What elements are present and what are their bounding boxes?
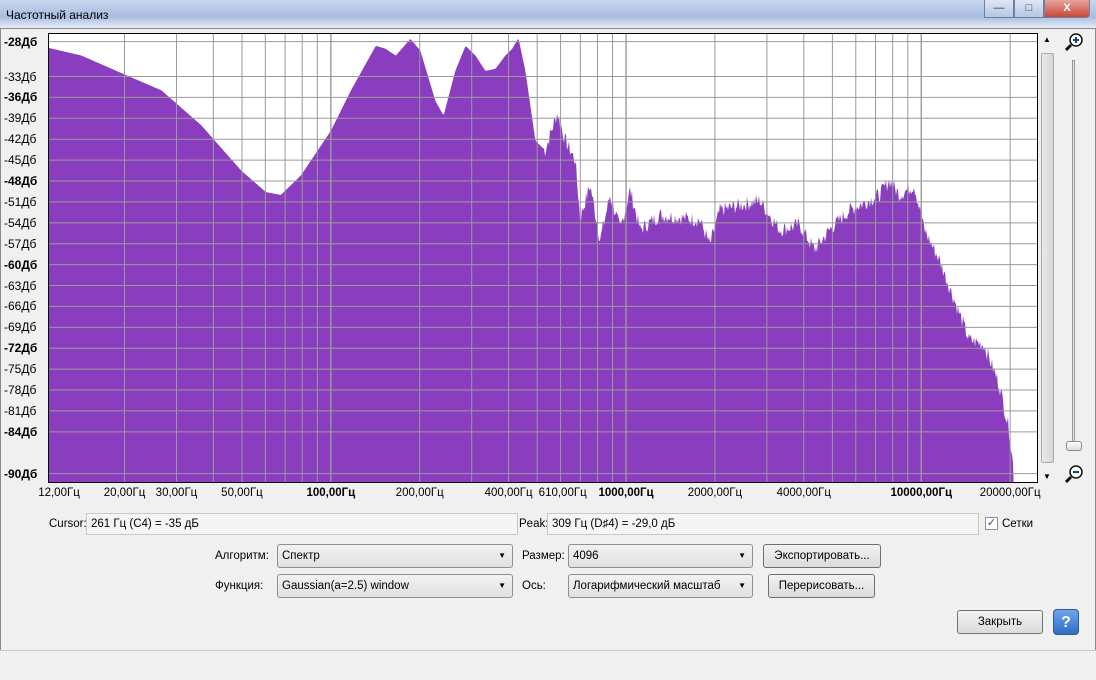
- size-label: Размер:: [522, 550, 565, 562]
- y-tick-label: -60Дб: [4, 257, 38, 272]
- y-tick-label: -66Дб: [4, 299, 37, 314]
- x-tick-label: 2000,00Гц: [687, 487, 743, 499]
- x-tick-label: 20,00Гц: [103, 487, 146, 499]
- title-bar: Частотный анализ — □ X: [0, 0, 1096, 28]
- size-value: 4096: [573, 550, 599, 562]
- x-tick-label: 30,00Гц: [155, 487, 198, 499]
- y-tick-label: -75Дб: [4, 362, 37, 377]
- x-tick-label: 610,00Гц: [538, 487, 587, 499]
- algorithm-label: Алгоритм:: [215, 550, 269, 562]
- status-bar: [0, 650, 1096, 680]
- y-tick-label: -54Дб: [4, 215, 37, 230]
- function-label: Функция:: [215, 580, 264, 592]
- spectrum-area: [49, 38, 1037, 482]
- minimize-button[interactable]: —: [984, 0, 1014, 18]
- y-tick-label: -72Дб: [4, 341, 38, 356]
- grids-checkbox[interactable]: ✓: [985, 517, 998, 530]
- y-tick-label: -63Дб: [4, 278, 37, 293]
- function-select[interactable]: Gaussian(a=2.5) window ▼: [277, 574, 513, 598]
- zoom-slider-thumb[interactable]: [1066, 441, 1082, 451]
- maximize-button[interactable]: □: [1014, 0, 1044, 18]
- y-tick-label: -81Дб: [4, 403, 37, 418]
- cursor-label: Cursor:: [49, 518, 87, 530]
- scrollbar-thumb[interactable]: [1041, 53, 1054, 463]
- y-tick-label: -69Дб: [4, 320, 37, 335]
- chevron-down-icon: ▼: [738, 551, 746, 560]
- cursor-readout: 261 Гц (C4) = -35 дБ: [86, 513, 518, 535]
- zoom-out-icon[interactable]: [1064, 464, 1084, 484]
- y-tick-label: -51Дб: [4, 194, 37, 209]
- x-tick-label: 12,00Гц: [38, 487, 80, 499]
- axis-label: Ось:: [522, 580, 546, 592]
- algorithm-value: Спектр: [282, 550, 320, 562]
- help-button[interactable]: ?: [1053, 609, 1079, 635]
- export-button[interactable]: Экспортировать...: [763, 544, 881, 568]
- axis-select[interactable]: Логарифмический масштаб ▼: [568, 574, 753, 598]
- function-value: Gaussian(a=2.5) window: [282, 580, 409, 592]
- plot-vertical-scrollbar[interactable]: ▲ ▼: [1040, 33, 1055, 483]
- x-tick-label: 50,00Гц: [221, 487, 263, 499]
- grids-label: Сетки: [1002, 518, 1034, 530]
- replot-button[interactable]: Перерисовать...: [768, 574, 875, 598]
- y-tick-label: -45Дб: [4, 153, 37, 168]
- y-tick-label: -90Дб: [4, 466, 38, 481]
- x-tick-label: 400,00Гц: [484, 487, 533, 499]
- zoom-in-icon[interactable]: [1064, 32, 1084, 52]
- x-tick-label: 1000,00Гц: [598, 487, 654, 499]
- close-button[interactable]: Закрыть: [957, 610, 1043, 634]
- spectrum-chart: [49, 34, 1037, 482]
- algorithm-select[interactable]: Спектр ▼: [277, 544, 513, 568]
- zoom-slider[interactable]: [1066, 60, 1082, 460]
- peak-readout: 309 Гц (D♯4) = -29,0 дБ: [547, 513, 979, 535]
- y-tick-label: -84Дб: [4, 424, 38, 439]
- y-tick-label: -48Дб: [4, 174, 38, 188]
- chevron-down-icon: ▼: [498, 551, 506, 560]
- x-tick-label: 10000,00Гц: [890, 487, 953, 499]
- y-tick-label: -42Дб: [4, 132, 37, 147]
- scroll-down-arrow-icon[interactable]: ▼: [1043, 472, 1051, 481]
- y-tick-label: -57Дб: [4, 236, 37, 251]
- y-tick-label: -78Дб: [4, 383, 37, 398]
- x-tick-label: 100,00Гц: [306, 487, 356, 499]
- peak-label: Peak:: [519, 518, 549, 530]
- chevron-down-icon: ▼: [738, 581, 746, 590]
- y-tick-label: -33Дб: [4, 69, 37, 84]
- scroll-up-arrow-icon[interactable]: ▲: [1043, 35, 1051, 44]
- y-tick-label: -39Дб: [4, 111, 37, 126]
- size-select[interactable]: 4096 ▼: [568, 544, 753, 568]
- x-tick-label: 4000,00Гц: [776, 487, 831, 499]
- y-tick-label: -36Дб: [4, 90, 38, 105]
- spectrum-plot[interactable]: [48, 33, 1038, 483]
- close-window-button[interactable]: X: [1044, 0, 1090, 18]
- axis-value: Логарифмический масштаб: [573, 580, 721, 592]
- window-title: Частотный анализ: [6, 8, 109, 22]
- x-tick-label: 200,00Гц: [395, 487, 444, 499]
- y-tick-label: -28Дб: [4, 34, 38, 49]
- chevron-down-icon: ▼: [498, 581, 506, 590]
- x-tick-label: 20000,00Гц: [979, 487, 1041, 499]
